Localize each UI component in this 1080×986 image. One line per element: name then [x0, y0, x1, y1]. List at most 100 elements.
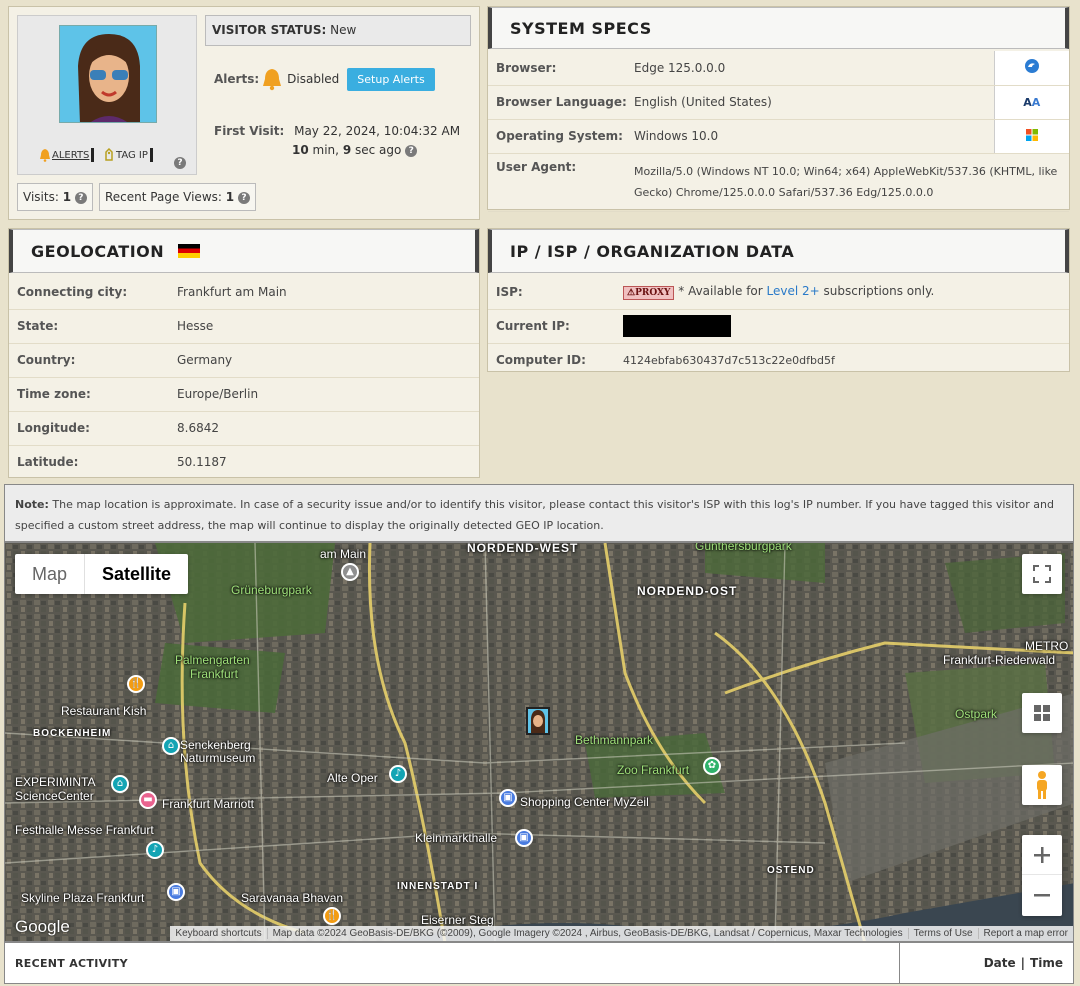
shopping-pin-icon[interactable]: ▣ — [499, 789, 517, 807]
first-visit-label: First Visit: — [214, 124, 285, 138]
visitor-status-box: VISITOR STATUS: New — [205, 15, 471, 46]
zoom-out-button[interactable] — [1022, 875, 1062, 915]
restaurant-pin-icon[interactable]: 🍴 — [323, 907, 341, 925]
visits-box: Visits: 1 ? — [17, 183, 93, 211]
hotel-pin-icon[interactable]: ▬ — [139, 791, 157, 809]
map-label: EXPERIMINTA — [15, 775, 96, 789]
shopping-pin-icon[interactable]: ▣ — [167, 883, 185, 901]
help-icon[interactable]: ? — [74, 191, 87, 204]
map-attribution: Keyboard shortcuts Map data ©2024 GeoBas… — [170, 926, 1073, 941]
redacted-ip — [623, 315, 731, 337]
map-label: Frankfurt Marriott — [162, 797, 255, 811]
alerts-button-label: ALERTS — [52, 149, 90, 161]
date-column-label[interactable]: Date — [984, 956, 1016, 970]
map-label: Grüneburgpark — [231, 583, 312, 597]
visitor-location-marker[interactable] — [526, 707, 550, 735]
plus-icon — [1034, 846, 1050, 863]
visitor-status-value: New — [330, 23, 357, 37]
geo-value: Germany — [169, 343, 479, 378]
recent-activity-bar: RECENT ACTIVITY Date | Time — [4, 942, 1074, 984]
visitor-panel: ALERTS TAG IP ? VISITOR STATUS: New Aler… — [8, 6, 480, 220]
tag-ip-button[interactable]: TAG IP — [102, 148, 153, 162]
map-label: Frankfurt-Riederwald — [943, 653, 1056, 667]
table-row: Time zone: Europe/Berlin — [9, 377, 479, 412]
alerts-button[interactable]: ALERTS — [38, 148, 95, 162]
time-column-label[interactable]: Time — [1030, 956, 1063, 970]
page-views-label: Recent Page Views: — [105, 190, 222, 204]
map-label: Naturmuseum — [180, 751, 256, 765]
keyboard-shortcuts-link[interactable]: Keyboard shortcuts — [170, 928, 266, 939]
computer-id-value: 4124ebfab630437d7c513c22e0dfbd5f — [623, 353, 835, 367]
park-pin-icon[interactable]: ▲ — [341, 563, 359, 581]
museum-pin-icon[interactable]: ⌂ — [162, 737, 180, 755]
first-visit-date: May 22, 2024, 10:04:32 AM — [294, 124, 461, 138]
map-label: BOCKENHEIM — [33, 728, 112, 739]
map-label: METRO — [1025, 639, 1069, 653]
alerts-label: Alerts: — [214, 72, 260, 86]
table-row: Current IP: — [488, 309, 1069, 344]
system-specs-title: SYSTEM SPECS — [510, 18, 652, 38]
current-ip-label: Current IP: — [488, 309, 623, 344]
report-map-error-link[interactable]: Report a map error — [977, 928, 1073, 939]
note-text: The map location is approximate. In case… — [15, 498, 1054, 532]
map-container[interactable]: NORDEND-WEST NORDEND-OST am Main Günther… — [4, 542, 1074, 942]
geo-label: State: — [9, 309, 169, 344]
shopping-pin-icon[interactable]: ▣ — [515, 829, 533, 847]
level-2-link[interactable]: Level 2+ — [767, 284, 820, 298]
proxy-badge-label: PROXY — [635, 287, 671, 298]
terms-of-use-link[interactable]: Terms of Use — [907, 928, 978, 939]
map-label: Shopping Center MyZeil — [520, 795, 649, 809]
map-label: Kleinmarkthalle — [415, 831, 498, 845]
map-label: Zoo Frankfurt — [617, 763, 690, 777]
spec-value: Windows 10.0 — [628, 119, 994, 154]
layers-button[interactable] — [1022, 693, 1062, 733]
table-row: Computer ID: 4124ebfab630437d7c513c22e0d… — [488, 343, 1069, 377]
table-row: Latitude: 50.1187 — [9, 445, 479, 479]
map-label: Saravanaa Bhavan — [241, 891, 344, 905]
geo-value: 50.1187 — [177, 455, 227, 470]
map-label: INNENSTADT I — [397, 881, 479, 892]
fullscreen-button[interactable] — [1022, 554, 1062, 594]
help-icon[interactable]: ? — [405, 144, 418, 157]
bell-icon — [263, 69, 282, 91]
map-data-text: Map data ©2024 GeoBasis-DE/BKG (©2009), … — [266, 928, 908, 939]
table-row: Browser Language: English (United States… — [488, 85, 1069, 120]
table-row: Country: Germany — [9, 343, 479, 378]
avatar-box: ALERTS TAG IP ? — [17, 15, 197, 175]
museum-pin-icon[interactable]: ⌂ — [111, 775, 129, 793]
language-icon: AA — [993, 85, 1069, 120]
street-view-pegman[interactable] — [1022, 765, 1062, 805]
current-ip-value — [623, 309, 1069, 344]
tag-ip-button-label: TAG IP — [116, 149, 148, 161]
zoom-in-button[interactable] — [1022, 835, 1062, 875]
geolocation-header: GEOLOCATION — [9, 229, 479, 273]
restaurant-pin-icon[interactable]: 🍴 — [127, 675, 145, 693]
satellite-tab[interactable]: Satellite — [84, 554, 188, 594]
page-views-value: 1 — [225, 190, 235, 204]
table-row: Browser: Edge 125.0.0.0 — [488, 51, 1069, 86]
duration-min: 10 — [292, 143, 309, 157]
help-icon[interactable]: ? — [237, 191, 250, 204]
spec-label: Browser Language: — [488, 85, 628, 120]
system-specs-header: SYSTEM SPECS — [488, 7, 1069, 49]
isp-title: IP / ISP / ORGANIZATION DATA — [510, 241, 795, 261]
map-tab[interactable]: Map — [15, 554, 84, 594]
geo-value: Frankfurt am Main — [169, 275, 479, 310]
table-row: Connecting city: Frankfurt am Main — [9, 275, 479, 310]
geo-value: 8.6842 — [169, 411, 479, 446]
recent-activity-title: RECENT ACTIVITY — [15, 957, 128, 970]
geo-value: Hesse — [169, 309, 479, 344]
geo-label: Latitude: — [17, 455, 79, 470]
date-time-separator: | — [1020, 956, 1026, 970]
minus-icon — [1034, 894, 1050, 897]
music-pin-icon[interactable]: ♪ — [389, 765, 407, 783]
pegman-icon — [1037, 771, 1047, 799]
google-logo: Google — [15, 917, 70, 936]
zoo-pin-icon[interactable]: ✿ — [703, 757, 721, 775]
music-pin-icon[interactable]: ♪ — [146, 841, 164, 859]
setup-alerts-button[interactable]: Setup Alerts — [347, 67, 435, 91]
geo-label: Time zone: — [9, 377, 169, 412]
help-icon[interactable]: ? — [174, 157, 186, 169]
table-row: User Agent: Mozilla/5.0 (Windows NT 10.0… — [488, 153, 1069, 212]
windows-icon — [993, 119, 1069, 154]
